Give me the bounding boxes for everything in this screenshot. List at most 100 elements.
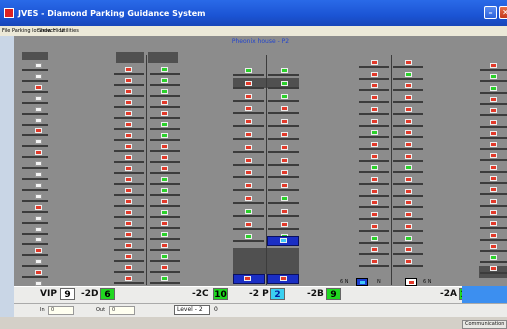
bay-indicator-green <box>490 85 497 91</box>
bay-indicator-red <box>371 212 378 218</box>
menu-utilities[interactable]: Utilities <box>60 26 79 36</box>
counter-value-2p: 2 <box>270 288 285 300</box>
bay-divider <box>114 139 144 141</box>
bay-divider <box>480 114 507 117</box>
minimize-button[interactable]: – <box>484 6 497 19</box>
bay-indicator-red <box>405 130 412 136</box>
bay-divider <box>22 79 48 82</box>
bay-indicator-green <box>405 235 412 241</box>
bay-divider <box>233 176 264 179</box>
mini-dot-2 <box>409 281 414 284</box>
bay-divider <box>22 199 48 202</box>
bay-indicator-red <box>490 63 497 68</box>
bay-divider <box>150 216 180 218</box>
in-field: 0 <box>48 306 74 315</box>
lot-title: Pheonix house - P2 <box>231 38 290 45</box>
close-button[interactable]: ✕ <box>499 6 507 19</box>
bay-divider <box>22 254 48 257</box>
mini-indicator-2[interactable] <box>405 278 417 286</box>
bay-divider <box>480 170 507 173</box>
bay-indicator-red <box>281 119 288 125</box>
bay-divider <box>268 227 299 230</box>
bay-divider <box>359 218 389 221</box>
bay-divider <box>150 249 180 251</box>
bay-indicator-red <box>125 111 132 116</box>
bay-divider <box>359 183 389 185</box>
bay-divider <box>150 194 180 196</box>
bay-indicator-red <box>405 141 412 147</box>
window-title: JVES - Diamond Parking Guidance System <box>18 9 206 18</box>
bay-indicator-red <box>405 60 412 65</box>
bay-divider <box>393 77 423 80</box>
bay-indicator-red <box>371 177 378 182</box>
bay-indicator-green <box>161 67 168 72</box>
bay-divider <box>480 261 507 264</box>
bay-divider <box>480 80 507 83</box>
bay-indicator-red <box>35 150 42 156</box>
bay-divider <box>480 148 507 151</box>
counter-label-vip: VIP <box>40 289 57 299</box>
bay-divider <box>114 205 144 207</box>
bay-divider <box>22 123 48 126</box>
bay-indicator-red <box>245 93 252 99</box>
bay-indicator-red <box>245 183 252 189</box>
bay-indicator-red <box>125 122 132 127</box>
bay-indicator-red <box>35 84 42 90</box>
bay-divider <box>359 194 389 197</box>
bay-divider <box>359 136 389 139</box>
bay-divider <box>22 69 48 71</box>
bay-indicator-red <box>245 196 252 201</box>
bay-indicator-green <box>371 165 378 171</box>
menu-file[interactable]: File <box>2 26 10 36</box>
bay-divider <box>150 238 180 240</box>
bay-divider <box>480 193 507 196</box>
bay-divider <box>359 159 389 162</box>
bay-indicator-red <box>125 276 132 281</box>
bay-indicator-red <box>371 71 378 77</box>
bay-divider <box>150 205 180 207</box>
bay-divider <box>150 260 180 262</box>
bay-indicator-red <box>125 265 132 270</box>
bay-indicator-red <box>371 247 378 253</box>
bay-indicator-green <box>161 276 168 281</box>
column-divider <box>391 55 392 285</box>
bay-indicator-red <box>371 188 378 194</box>
bay-divider <box>480 102 507 105</box>
mini-indicator-1[interactable] <box>356 278 368 286</box>
bay-divider <box>268 150 299 153</box>
bay-indicator-red <box>244 276 251 281</box>
bay-indicator-red <box>35 204 42 210</box>
bay-indicator-red <box>161 166 168 171</box>
bay-divider <box>114 106 144 108</box>
bay-divider <box>393 218 423 221</box>
bay-indicator-red <box>371 153 378 159</box>
bay-divider <box>480 272 507 275</box>
bay-divider <box>233 99 264 102</box>
bay-divider <box>22 112 48 115</box>
bay-indicator-red <box>371 200 378 206</box>
bay-indicator-red <box>245 80 252 86</box>
bay-indicator-red <box>405 153 412 159</box>
bay-indicator-red <box>125 89 132 94</box>
bay-divider <box>480 249 507 252</box>
bay-divider <box>393 171 423 174</box>
bay-indicator-red <box>490 164 497 170</box>
bay-indicator-red <box>371 118 378 124</box>
bay-divider <box>359 206 389 209</box>
bay-indicator-red <box>281 221 288 227</box>
bay-indicator-red <box>371 95 378 101</box>
bay-indicator-red <box>125 210 132 215</box>
status-bar <box>14 303 507 318</box>
bay-divider <box>22 232 48 235</box>
bay-indicator-red <box>35 248 42 254</box>
bay-divider <box>393 112 423 115</box>
bay-indicator-red <box>125 199 132 204</box>
communication-status: Communication <box>462 320 507 329</box>
bay-indicator-red <box>490 266 497 272</box>
bay-divider <box>268 112 299 115</box>
bay-divider <box>114 95 144 97</box>
bay-divider <box>114 271 144 273</box>
bay-indicator-green <box>161 210 168 215</box>
bay-divider <box>150 128 180 130</box>
counter-value-2b: 9 <box>326 288 341 300</box>
